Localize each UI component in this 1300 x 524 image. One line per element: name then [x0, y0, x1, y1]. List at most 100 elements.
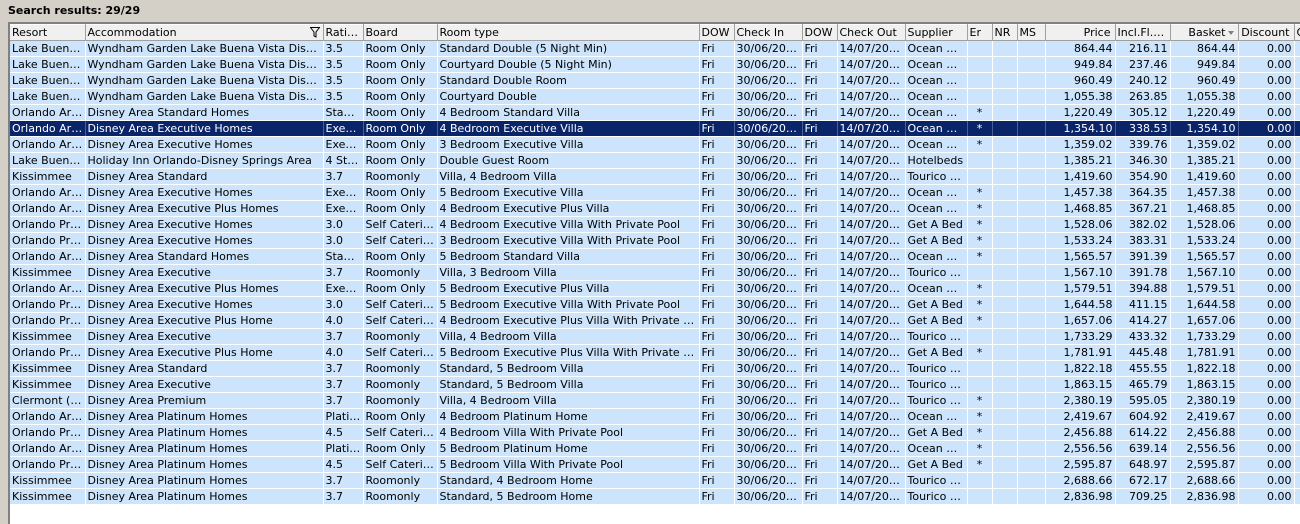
- table-row[interactable]: Lake Buena… Wyndham Garden Lake Buena Vis…: [10, 72, 1300, 89]
- table-row[interactable]: Kissimmee Disney Area Platinum Homes 3.7 Ro…: [10, 472, 1300, 489]
- cell-price: 2,380.19: [1045, 392, 1116, 409]
- table-row[interactable]: Lake Buena… Wyndham Garden Lake Buena Vis…: [10, 88, 1300, 105]
- cell-board: Roomonly: [363, 488, 438, 505]
- table-row[interactable]: Orlando Ar… Disney Area Platinum Homes Pla…: [10, 408, 1300, 425]
- column-header-discount[interactable]: Discount: [1238, 24, 1295, 41]
- cell-incl-fl-pp: 354.90: [1115, 168, 1171, 185]
- table-row[interactable]: Orlando Ar… Disney Area Executive Homes Ex…: [10, 136, 1300, 153]
- table-row[interactable]: Orlando Pri… Disney Area Executive Homes 3…: [10, 296, 1300, 313]
- results-grid[interactable]: Resort Accommodation Rati… Board Room type DO…: [8, 22, 1300, 524]
- cell-nr: [992, 248, 1018, 265]
- cell-nr: [992, 264, 1018, 281]
- table-row[interactable]: Orlando Pri… Disney Area Executive Homes 3…: [10, 216, 1300, 233]
- table-row[interactable]: Orlando Pri… Disney Area Executive Plus H…: [10, 344, 1300, 361]
- column-header-dow-out[interactable]: DOW: [802, 24, 838, 41]
- cell-room-type: Courtyard Double: [437, 88, 700, 105]
- cell-resort: Kissimmee: [10, 168, 86, 185]
- cell-incl-fl-pp: 639.14: [1115, 440, 1171, 457]
- cell-incl-fl-pp: 305.12: [1115, 104, 1171, 121]
- cell-room-type: Villa, 4 Bedroom Villa: [437, 328, 700, 345]
- cell-nr: [992, 56, 1018, 73]
- cell-board: Room Only: [363, 184, 438, 201]
- cell-supplier: Ocean B…: [905, 120, 968, 137]
- cell-check-in: 30/06/2017: [734, 72, 803, 89]
- cell-basket: 1,565.57: [1170, 248, 1239, 265]
- table-row[interactable]: Orlando Pri… Disney Area Platinum Homes 4.…: [10, 456, 1300, 473]
- column-header-of[interactable]: Of: [1294, 24, 1300, 41]
- cell-check-in: 30/06/2017: [734, 104, 803, 121]
- table-row[interactable]: Kissimmee Disney Area Standard 3.7 Roomonly…: [10, 360, 1300, 377]
- table-row[interactable]: Kissimmee Disney Area Executive 3.7 Roomonl…: [10, 376, 1300, 393]
- cell-check-in: 30/06/2017: [734, 136, 803, 153]
- table-row[interactable]: Lake Buena… Holiday Inn Orlando-Disney Sp…: [10, 152, 1300, 169]
- cell-rating: 4.5: [323, 456, 364, 473]
- table-row[interactable]: Kissimmee Disney Area Executive 3.7 Roomonl…: [10, 328, 1300, 345]
- column-header-price[interactable]: Price: [1045, 24, 1116, 41]
- column-header-label: Resort: [12, 26, 48, 39]
- cell-discount: 0.00: [1238, 440, 1295, 457]
- cell-dow-in: Fri: [699, 200, 735, 217]
- cell-er: [967, 152, 993, 169]
- cell-dow-in: Fri: [699, 488, 735, 505]
- table-row[interactable]: Kissimmee Disney Area Executive 3.7 Roomonl…: [10, 264, 1300, 281]
- column-header-rating[interactable]: Rati…: [323, 24, 364, 41]
- cell-rating: 4 Stars: [323, 152, 364, 169]
- cell-accommodation: Wyndham Garden Lake Buena Vista Disney S…: [85, 56, 324, 73]
- table-row[interactable]: Orlando Ar… Disney Area Executive Homes Ex…: [10, 184, 1300, 201]
- table-row[interactable]: Orlando Pri… Disney Area Executive Plus H…: [10, 312, 1300, 329]
- column-header-board[interactable]: Board: [363, 24, 438, 41]
- table-row[interactable]: Orlando Ar… Disney Area Platinum Homes Pla…: [10, 440, 1300, 457]
- cell-dow-out: Fri: [802, 152, 838, 169]
- cell-dow-out: Fri: [802, 392, 838, 409]
- table-row[interactable]: Orlando Pri… Disney Area Executive Homes 3…: [10, 232, 1300, 249]
- cell-ms: [1017, 488, 1046, 505]
- cell-check-out: 14/07/2017: [837, 200, 906, 217]
- filter-icon[interactable]: [309, 27, 320, 38]
- cell-of: [1294, 216, 1300, 233]
- column-header-nr[interactable]: NR: [992, 24, 1018, 41]
- cell-supplier: Tourico …: [905, 264, 968, 281]
- cell-of: [1294, 120, 1300, 137]
- column-header-ms[interactable]: MS: [1017, 24, 1046, 41]
- cell-dow-in: Fri: [699, 456, 735, 473]
- column-header-check-out[interactable]: Check Out: [837, 24, 906, 41]
- cell-check-in: 30/06/2017: [734, 232, 803, 249]
- cell-dow-in: Fri: [699, 296, 735, 313]
- table-row[interactable]: Orlando Ar… Disney Area Executive Plus Ho…: [10, 280, 1300, 297]
- table-row[interactable]: Lake Buena… Wyndham Garden Lake Buena Vis…: [10, 40, 1300, 57]
- cell-discount: 0.00: [1238, 472, 1295, 489]
- column-header-supplier[interactable]: Supplier: [905, 24, 968, 41]
- cell-basket: 960.49: [1170, 72, 1239, 89]
- table-row[interactable]: Orlando Ar… Disney Area Executive Homes Ex…: [10, 120, 1300, 137]
- cell-check-out: 14/07/2017: [837, 424, 906, 441]
- column-header-accommodation[interactable]: Accommodation: [85, 24, 324, 41]
- column-header-basket[interactable]: Basket: [1170, 24, 1239, 41]
- cell-price: 864.44: [1045, 40, 1116, 57]
- cell-rating: Plati…: [323, 408, 364, 425]
- cell-dow-in: Fri: [699, 264, 735, 281]
- column-header-room-type[interactable]: Room type: [437, 24, 700, 41]
- cell-incl-fl-pp: 338.53: [1115, 120, 1171, 137]
- table-row[interactable]: Orlando Ar… Disney Area Standard Homes Sta…: [10, 248, 1300, 265]
- cell-discount: 0.00: [1238, 56, 1295, 73]
- cell-rating: 3.7: [323, 392, 364, 409]
- cell-basket: 1,220.49: [1170, 104, 1239, 121]
- column-header-resort[interactable]: Resort: [10, 24, 86, 41]
- cell-accommodation: Disney Area Executive Homes: [85, 136, 324, 153]
- column-header-er[interactable]: Er: [967, 24, 993, 41]
- cell-basket: 1,055.38: [1170, 88, 1239, 105]
- cell-check-out: 14/07/2017: [837, 312, 906, 329]
- cell-price: 1,733.29: [1045, 328, 1116, 345]
- table-row[interactable]: Orlando Ar… Disney Area Executive Plus Ho…: [10, 200, 1300, 217]
- column-header-dow-in[interactable]: DOW: [699, 24, 735, 41]
- table-row[interactable]: Orlando Pri… Disney Area Platinum Homes 4.…: [10, 424, 1300, 441]
- cell-of: [1294, 280, 1300, 297]
- table-row[interactable]: Kissimmee Disney Area Platinum Homes 3.7 Ro…: [10, 488, 1300, 505]
- cell-accommodation: Disney Area Platinum Homes: [85, 440, 324, 457]
- table-row[interactable]: Lake Buena… Wyndham Garden Lake Buena Vis…: [10, 56, 1300, 73]
- table-row[interactable]: Orlando Ar… Disney Area Standard Homes Sta…: [10, 104, 1300, 121]
- table-row[interactable]: Kissimmee Disney Area Standard 3.7 Roomonly…: [10, 168, 1300, 185]
- table-row[interactable]: Clermont (FL) Disney Area Premium 3.7 Roomo…: [10, 392, 1300, 409]
- column-header-incl-fl-pp[interactable]: Incl.Fl.PP: [1115, 24, 1171, 41]
- column-header-check-in[interactable]: Check In: [734, 24, 803, 41]
